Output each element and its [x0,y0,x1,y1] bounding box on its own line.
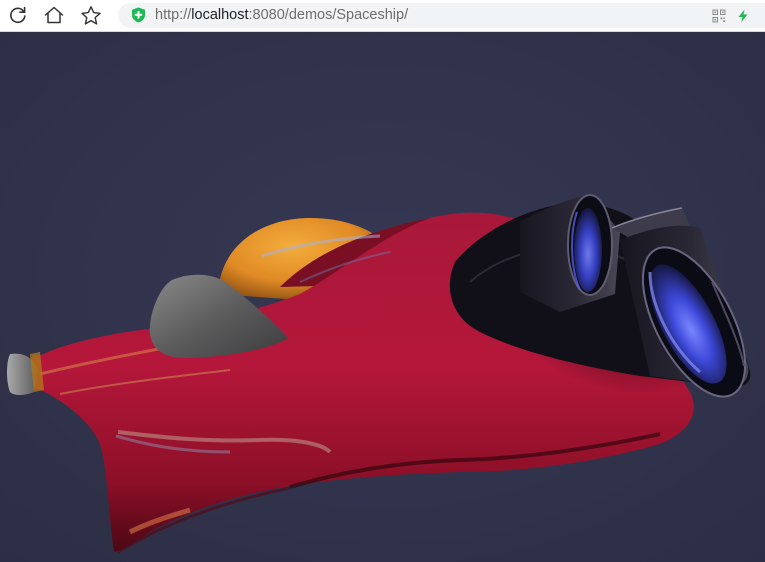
star-icon [81,5,101,25]
home-button[interactable] [42,4,66,26]
url-text[interactable]: http://localhost:8080/demos/Spaceship/ [155,7,408,24]
reload-icon [10,6,26,24]
home-icon [44,6,64,24]
reload-button[interactable] [6,4,30,26]
url-scheme: http:// [155,7,192,23]
url-path: :8080/demos/Spaceship/ [248,7,409,23]
url-host: localhost [191,7,249,23]
browser-toolbar: http://localhost:8080/demos/Spaceship/ [0,0,765,32]
shield-plus-icon [132,7,145,23]
bookmark-button[interactable] [79,4,103,26]
webgl-canvas[interactable] [0,32,765,562]
lightning-icon[interactable] [737,9,749,23]
spaceship-render [0,32,765,562]
browser-window: http://localhost:8080/demos/Spaceship/ [0,0,765,562]
address-bar[interactable]: http://localhost:8080/demos/Spaceship/ [118,3,765,28]
qr-code-icon[interactable] [712,9,726,23]
